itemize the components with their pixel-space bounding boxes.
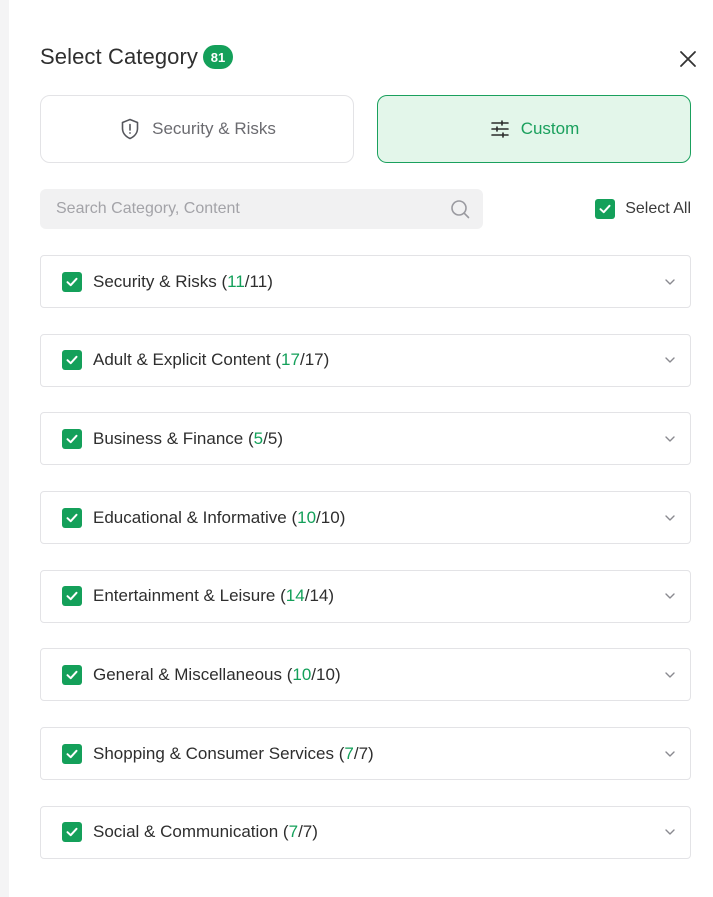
category-selected-count: 14 bbox=[285, 586, 305, 606]
category-checkbox[interactable] bbox=[62, 271, 82, 292]
chevron-down-icon[interactable] bbox=[663, 747, 677, 761]
search-input[interactable] bbox=[40, 200, 449, 218]
category-checkbox[interactable] bbox=[62, 428, 82, 449]
chevron-down-icon[interactable] bbox=[663, 275, 677, 289]
panel-header: Select Category 81 bbox=[40, 44, 234, 70]
category-row-adult-explicit-content[interactable]: Adult & Explicit Content (17/17) bbox=[40, 333, 691, 387]
category-name: Security & Risks bbox=[93, 271, 217, 291]
category-panel: Select Category 81 Security & Risks Cust… bbox=[9, 0, 713, 897]
category-name: Educational & Informative bbox=[93, 507, 287, 527]
category-name: Social & Communication bbox=[93, 822, 279, 842]
chevron-down-icon[interactable] bbox=[663, 589, 677, 603]
category-selected-count: 10 bbox=[292, 664, 312, 684]
category-checkbox[interactable] bbox=[62, 822, 82, 843]
category-name: Adult & Explicit Content bbox=[93, 350, 271, 370]
category-total-count: 7 bbox=[302, 822, 313, 842]
category-total-count: 17 bbox=[304, 350, 324, 370]
select-all-label: Select All bbox=[625, 200, 691, 217]
category-label: Security & Risks (11/11) bbox=[93, 271, 273, 291]
search-box bbox=[40, 189, 483, 229]
category-label: Business & Finance (5/5) bbox=[93, 428, 283, 448]
category-total-count: 5 bbox=[267, 428, 278, 448]
category-row-security-risks[interactable]: Security & Risks (11/11) bbox=[40, 255, 691, 308]
check-icon bbox=[66, 434, 78, 444]
category-row-shopping-consumer-services[interactable]: Shopping & Consumer Services (7/7) bbox=[40, 727, 691, 781]
panel-title: Select Category bbox=[40, 44, 199, 69]
category-selected-count: 11 bbox=[227, 271, 245, 291]
category-row-general-miscellaneous[interactable]: General & Miscellaneous (10/10) bbox=[40, 648, 691, 702]
category-label: Shopping & Consumer Services (7/7) bbox=[93, 743, 374, 763]
check-icon bbox=[66, 355, 78, 365]
tab-security-risks[interactable]: Security & Risks bbox=[40, 95, 354, 163]
category-checkbox[interactable] bbox=[62, 507, 82, 528]
category-row-social-communication[interactable]: Social & Communication (7/7) bbox=[40, 805, 691, 859]
category-label: Educational & Informative (10/10) bbox=[93, 507, 346, 527]
category-label: General & Miscellaneous (10/10) bbox=[93, 664, 341, 684]
category-list: Security & Risks (11/11) Adult & Explicit… bbox=[40, 255, 691, 885]
category-row-business-finance[interactable]: Business & Finance (5/5) bbox=[40, 412, 691, 466]
category-total-count: 14 bbox=[309, 586, 329, 606]
category-name: Business & Finance bbox=[93, 428, 244, 448]
check-icon bbox=[66, 828, 78, 837]
category-selected-count: 7 bbox=[344, 743, 354, 763]
mode-tabs: Security & Risks Custom bbox=[40, 95, 691, 163]
category-selected-count: 17 bbox=[281, 350, 300, 370]
count-badge: 81 bbox=[203, 45, 234, 69]
close-icon bbox=[680, 51, 696, 67]
tab-security-risks-label: Security & Risks bbox=[152, 119, 276, 138]
category-label: Social & Communication (7/7) bbox=[93, 822, 318, 842]
category-total-count: 11 bbox=[249, 271, 268, 291]
chevron-down-icon[interactable] bbox=[663, 825, 677, 839]
category-total-count: 10 bbox=[320, 507, 340, 527]
category-selected-count: 5 bbox=[253, 428, 264, 448]
close-button[interactable] bbox=[677, 48, 699, 70]
category-name: Shopping & Consumer Services bbox=[93, 743, 334, 763]
category-row-entertainment-leisure[interactable]: Entertainment & Leisure (14/14) bbox=[40, 569, 691, 623]
category-name: Entertainment & Leisure bbox=[93, 586, 276, 606]
category-selected-count: 7 bbox=[288, 822, 299, 842]
tab-custom[interactable]: Custom bbox=[377, 95, 691, 163]
category-label: Adult & Explicit Content (17/17) bbox=[93, 350, 330, 370]
tab-custom-label: Custom bbox=[520, 119, 580, 138]
category-selected-count: 10 bbox=[297, 507, 317, 527]
check-icon bbox=[66, 513, 78, 522]
check-icon bbox=[66, 749, 78, 758]
chevron-down-icon[interactable] bbox=[663, 353, 677, 367]
chevron-down-icon[interactable] bbox=[663, 432, 677, 446]
category-checkbox[interactable] bbox=[62, 664, 82, 685]
category-name: General & Miscellaneous bbox=[93, 664, 282, 684]
category-row-educational-informative[interactable]: Educational & Informative (10/10) bbox=[40, 491, 691, 545]
shield-alert-icon bbox=[121, 118, 139, 140]
search-icon[interactable] bbox=[449, 198, 471, 220]
category-checkbox[interactable] bbox=[62, 586, 82, 607]
sliders-icon bbox=[490, 120, 509, 138]
select-all-toggle[interactable]: Select All bbox=[595, 199, 691, 219]
category-checkbox[interactable] bbox=[62, 350, 82, 371]
select-all-checkbox[interactable] bbox=[595, 199, 616, 219]
check-icon bbox=[66, 277, 78, 286]
check-icon bbox=[599, 204, 611, 214]
chevron-down-icon[interactable] bbox=[663, 511, 677, 525]
check-icon bbox=[66, 592, 78, 601]
category-checkbox[interactable] bbox=[62, 743, 82, 764]
category-total-count: 7 bbox=[358, 743, 369, 763]
chevron-down-icon[interactable] bbox=[663, 668, 677, 682]
check-icon bbox=[66, 670, 78, 680]
category-label: Entertainment & Leisure (14/14) bbox=[93, 586, 335, 606]
category-total-count: 10 bbox=[316, 664, 335, 684]
